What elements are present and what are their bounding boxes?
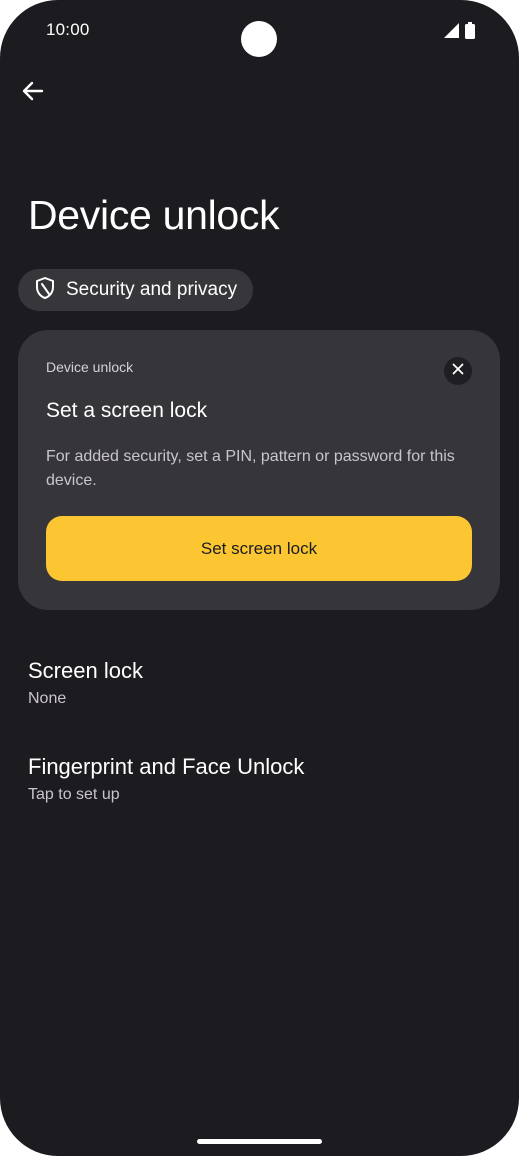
suggestion-card: Device unlock Set a screen lock For adde… — [18, 330, 500, 610]
setting-title: Fingerprint and Face Unlock — [28, 754, 305, 779]
card-body: For added security, set a PIN, pattern o… — [46, 448, 455, 489]
page-title: Device unlock — [28, 192, 280, 238]
shield-icon — [34, 276, 56, 305]
signal-icon — [444, 23, 459, 43]
camera-cutout — [241, 21, 277, 57]
setting-summary: Tap to set up — [28, 786, 120, 803]
setting-item-fingerprint-face-unlock[interactable]: Fingerprint and Face Unlock Tap to set u… — [28, 754, 304, 804]
close-button[interactable] — [444, 357, 472, 385]
setting-title: Screen lock — [28, 658, 143, 683]
back-arrow-icon — [22, 80, 44, 107]
status-icons — [444, 22, 475, 44]
navigation-handle[interactable] — [197, 1139, 322, 1144]
setting-summary: None — [28, 690, 67, 707]
status-time: 10:00 — [46, 20, 90, 39]
back-button[interactable] — [16, 76, 50, 110]
chip-label: Security and privacy — [66, 279, 238, 300]
card-title: Set a screen lock — [46, 399, 208, 422]
close-icon — [452, 362, 464, 380]
card-overline: Device unlock — [46, 359, 134, 375]
phone-screen: 10:00 Device unlock Security and privacy… — [0, 0, 519, 1156]
set-screen-lock-button[interactable]: Set screen lock — [46, 516, 472, 581]
setting-item-screen-lock[interactable]: Screen lock None — [28, 658, 143, 708]
battery-icon — [465, 22, 475, 44]
security-privacy-chip[interactable]: Security and privacy — [18, 269, 254, 311]
